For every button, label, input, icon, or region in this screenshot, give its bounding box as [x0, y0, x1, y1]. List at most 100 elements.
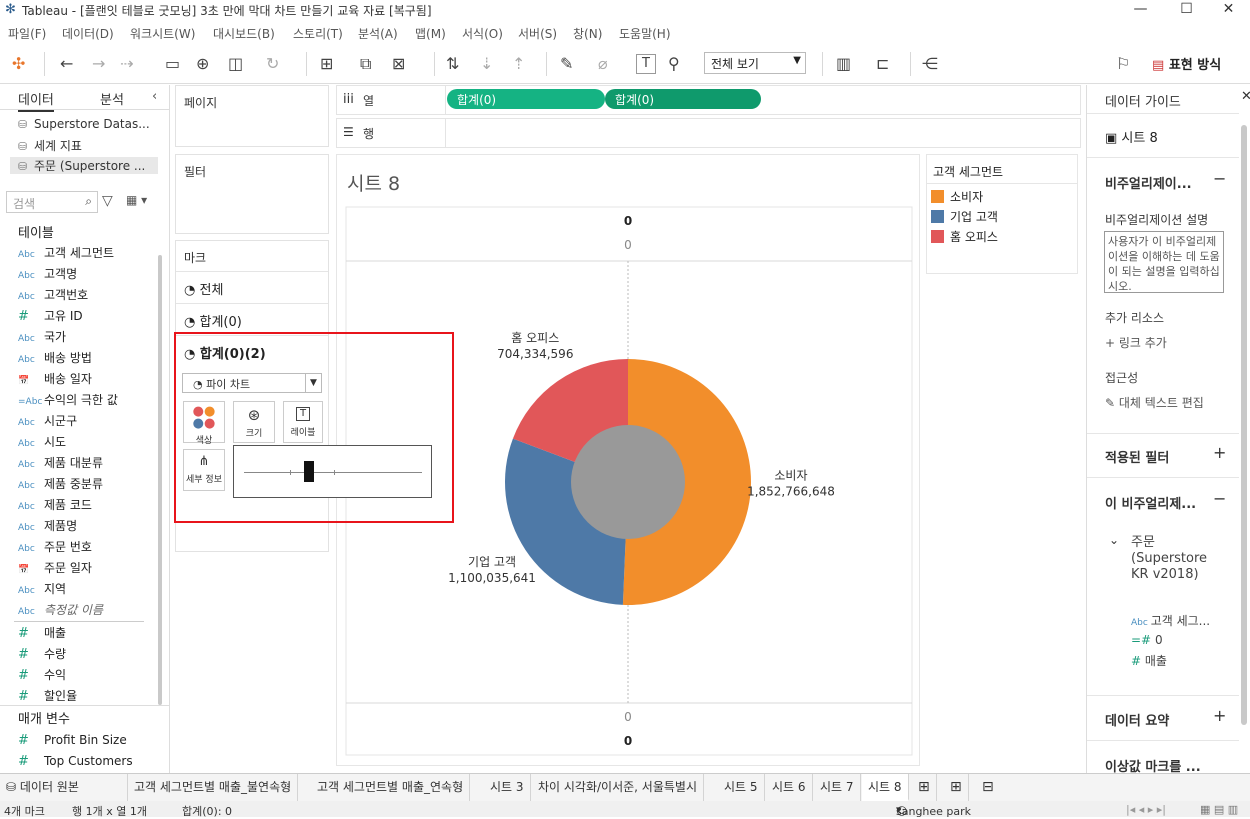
tableau-home-icon[interactable]: ✣: [12, 52, 25, 76]
new-worksheet-icon[interactable]: ⊞: [912, 774, 937, 801]
data-summary-header[interactable]: 데이터 요약: [1105, 710, 1169, 729]
field-item[interactable]: Abc 제품 중분류: [18, 474, 103, 494]
filters-shelf[interactable]: 필터: [175, 154, 329, 234]
view-fit-select[interactable]: 전체 보기 ▼: [704, 52, 806, 74]
view-options-icon[interactable]: ▦ ▾: [126, 193, 147, 207]
datasource-item[interactable]: ⛁ Superstore Datas...: [18, 117, 150, 131]
sheet-tab[interactable]: 시트 5: [718, 774, 765, 801]
menu-story[interactable]: 스토리(T): [293, 25, 343, 42]
datasource-item-selected[interactable]: ⛁ 주문 (Superstore ...: [10, 157, 158, 174]
field-item[interactable]: 📅 주문 일자: [18, 558, 92, 578]
user-menu[interactable]: ☺ sanghee park ▾: [896, 803, 971, 818]
refresh-icon[interactable]: ↻: [266, 52, 279, 76]
sheet-tab[interactable]: 시트 3: [484, 774, 531, 801]
column-pill[interactable]: 합계(0): [605, 89, 761, 109]
menu-analysis[interactable]: 분석(A): [358, 25, 398, 42]
field-item[interactable]: Abc 지역: [18, 579, 66, 599]
field-item[interactable]: Abc 고객번호: [18, 285, 88, 305]
close-button[interactable]: ✕: [1206, 0, 1250, 20]
duplicate-sheet-icon[interactable]: ⧉: [360, 52, 371, 76]
menu-help[interactable]: 도움말(H): [619, 25, 671, 42]
field-item[interactable]: # 매출: [18, 623, 66, 643]
sort-asc-icon[interactable]: ⇣: [480, 52, 493, 76]
legend-item[interactable]: 홈 오피스: [931, 228, 998, 245]
sheet-tab[interactable]: 시트 6: [766, 774, 813, 801]
field-item[interactable]: # 고유 ID: [18, 306, 83, 326]
collapse-icon[interactable]: −: [1213, 169, 1226, 188]
field-item[interactable]: Abc 국가: [18, 327, 66, 347]
field-item[interactable]: Abc 제품 코드: [18, 495, 92, 515]
viz-section-header[interactable]: 비주얼리제이...: [1105, 173, 1192, 192]
field-item[interactable]: # Profit Bin Size: [18, 730, 127, 750]
menu-data[interactable]: 데이터(D): [62, 25, 114, 42]
menu-format[interactable]: 서식(O): [462, 25, 503, 42]
new-datasource-icon[interactable]: ⊕: [196, 52, 209, 76]
legend-item[interactable]: 기업 고객: [931, 208, 998, 225]
chevron-down-icon[interactable]: ⌄: [1109, 533, 1119, 547]
guide-field[interactable]: Abc 고객 세그...: [1131, 612, 1210, 629]
field-item[interactable]: =Abc 수익의 극한 값: [18, 390, 118, 410]
field-item[interactable]: # 수량: [18, 644, 66, 664]
new-dashboard-icon[interactable]: ⊞: [944, 774, 969, 801]
tab-data-source[interactable]: ⛁ 데이터 원본: [0, 774, 128, 801]
menu-worksheet[interactable]: 워크시트(W): [130, 25, 195, 42]
new-sheet-icon[interactable]: ⊞: [320, 52, 333, 76]
menu-file[interactable]: 파일(F): [8, 25, 46, 42]
datasource-item[interactable]: ⛁ 세계 지표: [18, 137, 82, 154]
tab-analysis[interactable]: 분석: [100, 89, 124, 108]
sort-desc-icon[interactable]: ⇡: [512, 52, 525, 76]
guide-field[interactable]: =# 0: [1131, 633, 1163, 647]
sheet-tab[interactable]: 시트 7: [814, 774, 861, 801]
view-mode-icon[interactable]: ▦ ▤ ▥: [1200, 803, 1238, 816]
columns-shelf[interactable]: iii 열 합계(0) 합계(0): [336, 85, 1081, 115]
scrollbar[interactable]: [158, 255, 162, 705]
pages-shelf[interactable]: 페이지: [175, 85, 329, 147]
marks-sum0-tab[interactable]: ◔ 합계(0): [184, 311, 242, 330]
menu-window[interactable]: 창(N): [573, 25, 602, 42]
field-item[interactable]: # 수익: [18, 665, 66, 685]
field-item[interactable]: Abc 고객 세그먼트: [18, 243, 114, 263]
share-icon[interactable]: ⋲: [922, 52, 938, 76]
menu-map[interactable]: 맵(M): [415, 25, 446, 42]
pin-board-icon[interactable]: ⚐: [1116, 52, 1130, 76]
field-item[interactable]: Abc 고객명: [18, 264, 77, 284]
clear-sheet-icon[interactable]: ⊠: [392, 52, 405, 76]
scrollbar[interactable]: [1241, 125, 1247, 725]
field-item[interactable]: Abc 제품 대분류: [18, 453, 103, 473]
this-viz-header[interactable]: 이 비주얼리제...: [1105, 493, 1196, 512]
guide-field[interactable]: # 매출: [1131, 652, 1167, 669]
maximize-button[interactable]: ☐: [1164, 0, 1209, 20]
field-item[interactable]: Abc 주문 번호: [18, 537, 92, 557]
column-pill[interactable]: 합계(0): [447, 89, 605, 109]
collapse-pane-icon[interactable]: ‹: [152, 89, 157, 104]
redo-icon[interactable]: →: [92, 52, 105, 76]
field-item[interactable]: # 할인율: [18, 686, 77, 706]
rows-shelf[interactable]: ☰ 행: [336, 118, 1081, 148]
sheet-tab-active[interactable]: 시트 8: [862, 774, 909, 801]
field-item[interactable]: Abc 측정값 이름: [18, 600, 103, 620]
minimize-button[interactable]: —: [1118, 0, 1163, 20]
field-item[interactable]: Abc 배송 방법: [18, 348, 92, 368]
show-me-button[interactable]: ▤ 표현 방식: [1152, 54, 1221, 73]
show-labels-icon[interactable]: T: [636, 54, 656, 74]
presentation-icon[interactable]: ⊏: [876, 52, 889, 76]
marks-all-tab[interactable]: ◔ 전체: [184, 279, 223, 298]
highlight-icon[interactable]: ✎: [560, 52, 573, 76]
viz-desc-textarea[interactable]: 사용자가 이 비주얼리제이션을 이해하는 데 도움이 되는 설명을 입력하십시오…: [1104, 231, 1224, 293]
sheet-tab[interactable]: 차이 시각화/이서준, 서울특별시: [532, 774, 705, 801]
field-item[interactable]: 📅 배송 일자: [18, 369, 92, 389]
sheet-tab[interactable]: 고객 세그먼트별 매출_연속형: [311, 774, 471, 801]
edit-alt-text-button[interactable]: ✎ 대체 텍스트 편집: [1105, 394, 1204, 411]
filter-icon[interactable]: ▽: [102, 193, 113, 209]
chart-icon[interactable]: ▥: [836, 52, 851, 76]
datasource-icon[interactable]: ◫: [228, 52, 243, 76]
group-icon[interactable]: ⌀: [598, 52, 608, 76]
sheet-tab[interactable]: 고객 세그먼트별 매출_불연속형: [128, 774, 299, 801]
expand-icon[interactable]: +: [1213, 443, 1226, 462]
applied-filters-header[interactable]: 적용된 필터: [1105, 447, 1169, 466]
page-nav-icon[interactable]: |◂ ◂ ▸ ▸|: [1126, 803, 1166, 816]
field-item[interactable]: # Top Customers: [18, 751, 133, 771]
field-item[interactable]: Abc 제품명: [18, 516, 77, 536]
pin-icon[interactable]: ⚲: [668, 52, 680, 76]
expand-icon[interactable]: +: [1213, 706, 1226, 725]
